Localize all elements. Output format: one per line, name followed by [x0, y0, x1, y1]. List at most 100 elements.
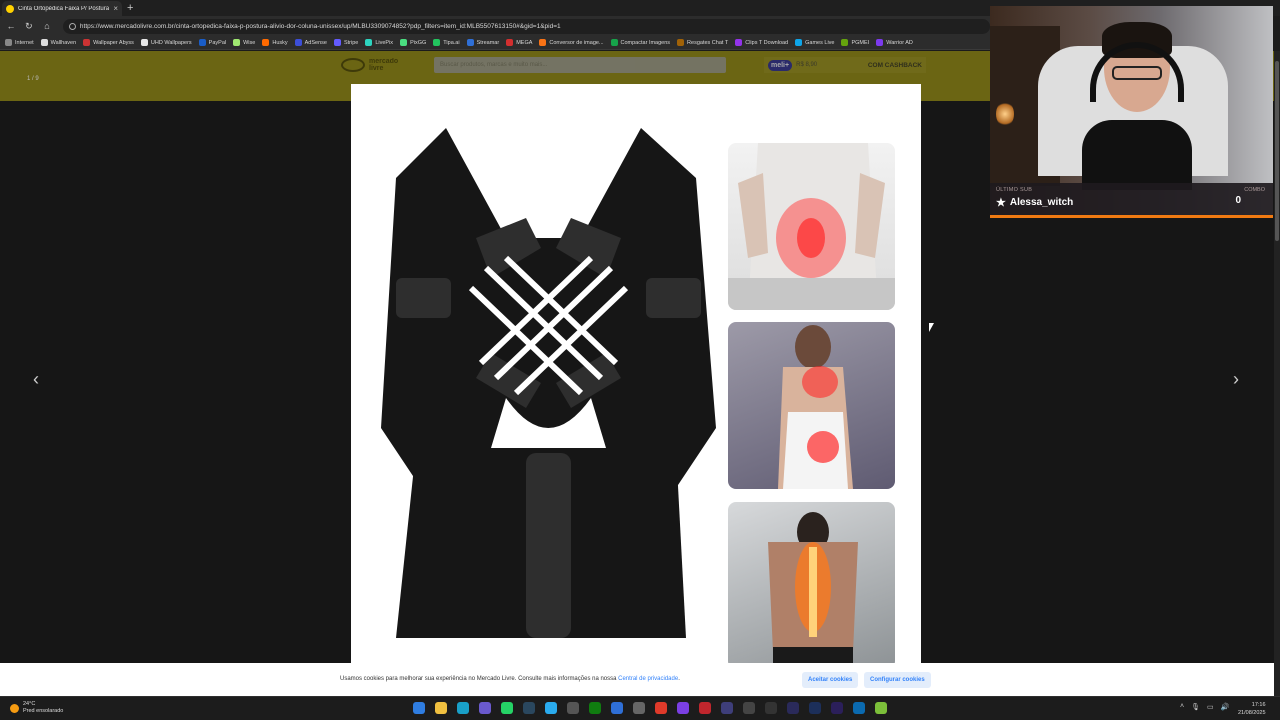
app-icon-5[interactable] — [853, 702, 865, 714]
microphone-icon[interactable]: 🎙 — [1191, 703, 1200, 711]
bookmark-item[interactable]: UHD Wallpapers — [140, 39, 192, 46]
mouse-cursor-icon — [929, 323, 934, 332]
mercadolivre-favicon-icon — [6, 4, 14, 13]
bookmark-item[interactable]: Clips T Download — [735, 39, 788, 46]
clock[interactable]: 17:16 21/08/2025 — [1238, 701, 1266, 717]
address-bar[interactable]: https://www.mercadolivre.com.br/cinta-or… — [62, 18, 991, 34]
windows-start-icon[interactable] — [413, 702, 425, 714]
logo-line2: livre — [369, 65, 384, 72]
premiere-icon[interactable] — [787, 702, 799, 714]
bookmark-label: PGMEI — [851, 39, 870, 46]
app-icon-3[interactable] — [655, 702, 667, 714]
bookmark-item[interactable]: LivePix — [365, 39, 393, 46]
obs-icon[interactable] — [765, 702, 777, 714]
bookmark-item[interactable]: Streamar — [466, 39, 500, 46]
app-icon-2[interactable] — [633, 702, 645, 714]
new-tab-button[interactable]: + — [127, 1, 133, 15]
telegram-icon[interactable] — [545, 702, 557, 714]
chevron-up-icon[interactable]: ˄ — [1180, 703, 1184, 711]
scrollbar-thumb[interactable] — [1275, 61, 1279, 241]
app-icon[interactable] — [611, 702, 623, 714]
bookmark-item[interactable]: AdSense — [294, 39, 327, 46]
bookmark-item[interactable]: Wallhaven — [40, 39, 76, 46]
pdf-icon[interactable] — [699, 702, 711, 714]
display-icon[interactable]: ▭ — [1207, 703, 1214, 711]
stream-info-bar: ÚLTIMO SUB ★ Alessa_witch COMBO 0 — [990, 183, 1273, 218]
app-icon-4[interactable] — [721, 702, 733, 714]
bookmark-favicon-icon — [40, 39, 48, 46]
twitch-icon[interactable] — [677, 702, 689, 714]
chevron-right-icon[interactable]: › — [1226, 369, 1246, 389]
photoshop-icon[interactable] — [809, 702, 821, 714]
app-icon-6[interactable] — [875, 702, 887, 714]
settings-icon[interactable] — [743, 702, 755, 714]
chevron-left-icon[interactable]: ‹ — [26, 369, 46, 389]
date: 21/08/2025 — [1238, 710, 1266, 716]
configure-cookies-button[interactable]: Configurar cookies — [864, 672, 931, 688]
bookmark-item[interactable]: Internet — [5, 39, 34, 46]
xbox-icon[interactable] — [589, 702, 601, 714]
meli-plus-badge: meli+ — [768, 59, 793, 71]
bookmark-item[interactable]: Husky — [262, 39, 288, 46]
calculator-icon[interactable] — [567, 702, 579, 714]
handshake-logo-icon — [341, 58, 365, 72]
bookmark-item[interactable]: PayPal — [198, 39, 226, 46]
back-pain-thumbnail-2[interactable] — [728, 322, 895, 489]
bookmark-label: Compactar Imagens — [620, 39, 671, 46]
privacy-center-link[interactable]: Central de privacidade — [618, 676, 678, 682]
bookmark-label: Streamar — [476, 39, 500, 46]
windows-taskbar: 24°C Pred ensolarado ˄ 🎙 ▭ 🔊 17:16 21/08… — [0, 696, 1280, 720]
meli-plus-promo[interactable]: meli+ R$ 8,90 COM CASHBACK — [764, 57, 926, 73]
combo-value: 0 — [1235, 195, 1241, 206]
sun-icon — [10, 703, 19, 713]
bookmark-favicon-icon — [333, 39, 341, 46]
navigation-bar: ← ↻ ⌂ https://www.mercadolivre.com.br/ci… — [0, 16, 991, 36]
back-pain-thumbnail-3[interactable] — [728, 502, 895, 663]
posture-brace-image — [381, 128, 716, 638]
bookmark-item[interactable]: Resgates Chat T — [677, 39, 728, 46]
bookmark-item[interactable]: Tipa.ai — [433, 39, 460, 46]
bookmark-label: Warrior AD — [886, 39, 913, 46]
spine-pain-illustration — [768, 512, 858, 663]
reload-icon[interactable]: ↻ — [23, 21, 35, 32]
lamp — [996, 101, 1014, 127]
speaker-icon[interactable]: 🔊 — [1221, 703, 1230, 711]
bookmark-favicon-icon — [140, 39, 148, 46]
time: 17:16 — [1251, 702, 1266, 708]
bookmark-item[interactable]: Games Live — [795, 39, 834, 46]
site-info-icon[interactable] — [68, 22, 76, 30]
edge-icon[interactable] — [457, 702, 469, 714]
whatsapp-icon[interactable] — [501, 702, 513, 714]
bookmark-item[interactable]: Compactar Imagens — [610, 39, 671, 46]
image-viewer[interactable] — [351, 84, 921, 663]
search-input[interactable]: Buscar produtos, marcas e muito mais... — [434, 57, 726, 73]
back-arrow-icon[interactable]: ← — [5, 21, 17, 31]
page-scrollbar[interactable] — [1274, 51, 1280, 696]
gallery-counter: 1 / 9 — [27, 76, 39, 82]
file-explorer-icon[interactable] — [435, 702, 447, 714]
bookmark-item[interactable]: PGMEI — [841, 39, 869, 46]
bookmark-item[interactable]: Conversor de image... — [539, 39, 604, 46]
messenger-icon[interactable] — [479, 702, 491, 714]
media-encoder-icon[interactable] — [831, 702, 843, 714]
bookmark-item[interactable]: MEGA — [506, 39, 532, 46]
bookmark-item[interactable]: Stripe — [333, 39, 358, 46]
cookie-message: Usamos cookies para melhorar sua experiê… — [340, 676, 619, 682]
back-pain-thumbnail-1[interactable] — [728, 143, 895, 310]
bookmark-label: Games Live — [805, 39, 835, 46]
bookmarks-bar: Internet Wallhaven Wallpaper Abyss UHD Wall… — [0, 36, 990, 50]
bookmark-item[interactable]: PixGG — [400, 39, 426, 46]
logo-line1: mercado — [369, 58, 399, 65]
steam-icon[interactable] — [523, 702, 535, 714]
bookmark-item[interactable]: Wise — [233, 39, 255, 46]
bookmark-item[interactable]: Warrior AD — [876, 39, 913, 46]
accept-cookies-button[interactable]: Aceitar cookies — [802, 672, 859, 688]
home-icon[interactable]: ⌂ — [41, 21, 53, 31]
bookmark-item[interactable]: Wallpaper Abyss — [83, 39, 134, 46]
weather-widget[interactable]: 24°C Pred ensolarado — [10, 701, 63, 715]
streamer-body — [1082, 120, 1192, 190]
mercadolivre-logo[interactable]: mercado livre — [341, 58, 398, 72]
close-tab-icon[interactable]: × — [113, 4, 118, 13]
browser-tab[interactable]: Cinta Ortopédica Faixa P/ Postura × — [2, 1, 122, 16]
last-sub-label: ÚLTIMO SUB — [996, 187, 1033, 193]
